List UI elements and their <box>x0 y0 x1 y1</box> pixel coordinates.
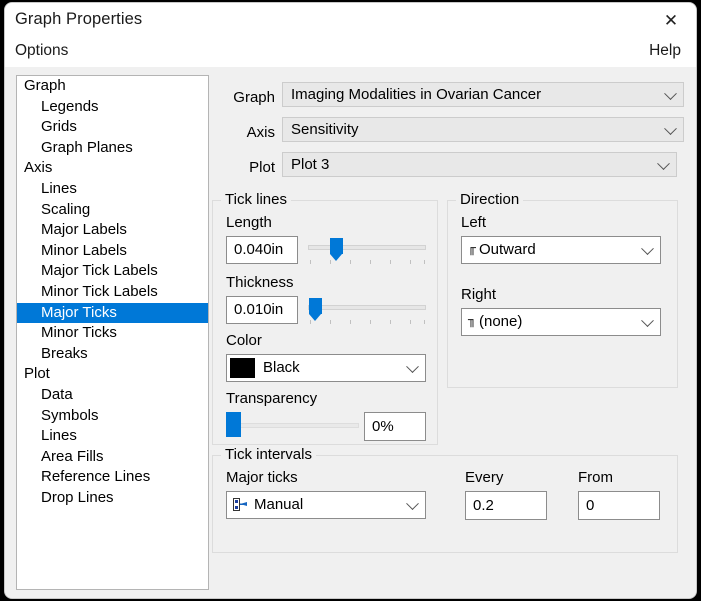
tick-intervals-group: Tick intervals Major ticks Manual Every … <box>212 455 678 553</box>
every-label: Every <box>465 469 503 486</box>
tree-item[interactable]: Plot <box>17 364 208 385</box>
length-label: Length <box>226 214 272 231</box>
chevron-down-icon <box>657 157 670 170</box>
direction-right-label: Right <box>461 286 496 303</box>
tree-item[interactable]: Breaks <box>17 344 208 365</box>
tree-item[interactable]: Minor Tick Labels <box>17 282 208 303</box>
thickness-slider[interactable] <box>308 296 426 326</box>
chevron-down-icon <box>406 360 419 373</box>
chevron-down-icon <box>664 87 677 100</box>
major-ticks-combo[interactable]: Manual <box>226 491 426 519</box>
color-swatch <box>230 358 255 378</box>
major-ticks-label: Major ticks <box>226 469 298 486</box>
transparency-slider[interactable] <box>226 412 359 439</box>
length-input[interactable]: 0.040in <box>226 236 298 264</box>
plot-selector-label: Plot <box>217 159 275 176</box>
tree-item[interactable]: Symbols <box>17 406 208 427</box>
tree-item[interactable]: Grids <box>17 117 208 138</box>
thickness-label: Thickness <box>226 274 294 291</box>
length-slider-thumb[interactable] <box>330 238 343 254</box>
tree-item[interactable]: Minor Labels <box>17 241 208 262</box>
axis-selector[interactable]: Sensitivity <box>282 117 684 142</box>
direction-right-value: (none) <box>479 313 522 330</box>
tree-item[interactable]: Area Fills <box>17 447 208 468</box>
tree-item[interactable]: Reference Lines <box>17 467 208 488</box>
axis-selector-label: Axis <box>217 124 275 141</box>
transparency-label: Transparency <box>226 390 317 407</box>
chevron-down-icon <box>406 497 419 510</box>
client-area: GraphLegendsGridsGraph PlanesAxisLinesSc… <box>5 67 697 599</box>
direction-left-value: Outward <box>479 241 536 258</box>
thickness-input[interactable]: 0.010in <box>226 296 298 324</box>
direction-left-label: Left <box>461 214 486 231</box>
from-input[interactable]: 0 <box>578 491 660 520</box>
thickness-slider-ticks <box>308 320 426 324</box>
close-icon[interactable]: ✕ <box>652 5 690 35</box>
transparency-slider-track[interactable] <box>226 423 359 428</box>
chevron-down-icon <box>641 314 654 327</box>
tree-item[interactable]: Major Ticks <box>17 303 208 324</box>
transparency-input[interactable]: 0% <box>364 412 426 441</box>
tree-item[interactable]: Graph Planes <box>17 138 208 159</box>
menu-item-help[interactable]: Help <box>649 42 681 60</box>
from-label: From <box>578 469 613 486</box>
tick-outward-icon: ╓ <box>468 241 477 257</box>
axis-selector-value: Sensitivity <box>291 121 359 138</box>
manual-ticks-icon <box>233 498 249 512</box>
graph-properties-window: Graph Properties ✕ Options Help GraphLeg… <box>4 2 697 599</box>
thickness-slider-thumb[interactable] <box>309 298 322 314</box>
tree-item[interactable]: Graph <box>17 76 208 97</box>
direction-left-combo[interactable]: ╓ Outward <box>461 236 661 264</box>
every-input[interactable]: 0.2 <box>465 491 547 520</box>
chevron-down-icon <box>664 122 677 135</box>
window-title: Graph Properties <box>15 10 142 29</box>
length-slider-track[interactable] <box>308 245 426 250</box>
graph-selector-value: Imaging Modalities in Ovarian Cancer <box>291 86 541 103</box>
tick-lines-group-title: Tick lines <box>221 191 291 208</box>
tick-lines-group: Tick lines Length 0.040in Thickness 0.01… <box>212 200 438 445</box>
tree-item[interactable]: Major Labels <box>17 220 208 241</box>
tree-item[interactable]: Axis <box>17 158 208 179</box>
major-ticks-value: Manual <box>254 496 303 513</box>
color-combo[interactable]: Black <box>226 354 426 382</box>
tree-item[interactable]: Drop Lines <box>17 488 208 509</box>
tick-none-icon: ╖ <box>468 313 477 329</box>
color-value: Black <box>263 359 300 376</box>
length-slider-ticks <box>308 260 426 264</box>
tick-intervals-group-title: Tick intervals <box>221 446 316 463</box>
graph-selector[interactable]: Imaging Modalities in Ovarian Cancer <box>282 82 684 107</box>
tree-item[interactable]: Lines <box>17 179 208 200</box>
graph-selector-label: Graph <box>217 89 275 106</box>
tree-item[interactable]: Minor Ticks <box>17 323 208 344</box>
plot-selector-value: Plot 3 <box>291 156 329 173</box>
tree-item[interactable]: Data <box>17 385 208 406</box>
title-bar: Graph Properties ✕ <box>5 3 697 39</box>
properties-tree[interactable]: GraphLegendsGridsGraph PlanesAxisLinesSc… <box>16 75 209 590</box>
thickness-slider-track[interactable] <box>308 305 426 310</box>
direction-group: Direction Left ╓ Outward Right ╖ (none) <box>447 200 678 388</box>
color-label: Color <box>226 332 262 349</box>
chevron-down-icon <box>641 242 654 255</box>
transparency-slider-thumb[interactable] <box>226 412 241 437</box>
tree-item[interactable]: Lines <box>17 426 208 447</box>
menu-item-options[interactable]: Options <box>15 42 68 60</box>
menu-bar: Options Help <box>5 39 697 67</box>
length-slider[interactable] <box>308 236 426 266</box>
direction-group-title: Direction <box>456 191 523 208</box>
direction-right-combo[interactable]: ╖ (none) <box>461 308 661 336</box>
tree-item[interactable]: Legends <box>17 97 208 118</box>
tree-item[interactable]: Major Tick Labels <box>17 261 208 282</box>
tree-item[interactable]: Scaling <box>17 200 208 221</box>
plot-selector[interactable]: Plot 3 <box>282 152 677 177</box>
